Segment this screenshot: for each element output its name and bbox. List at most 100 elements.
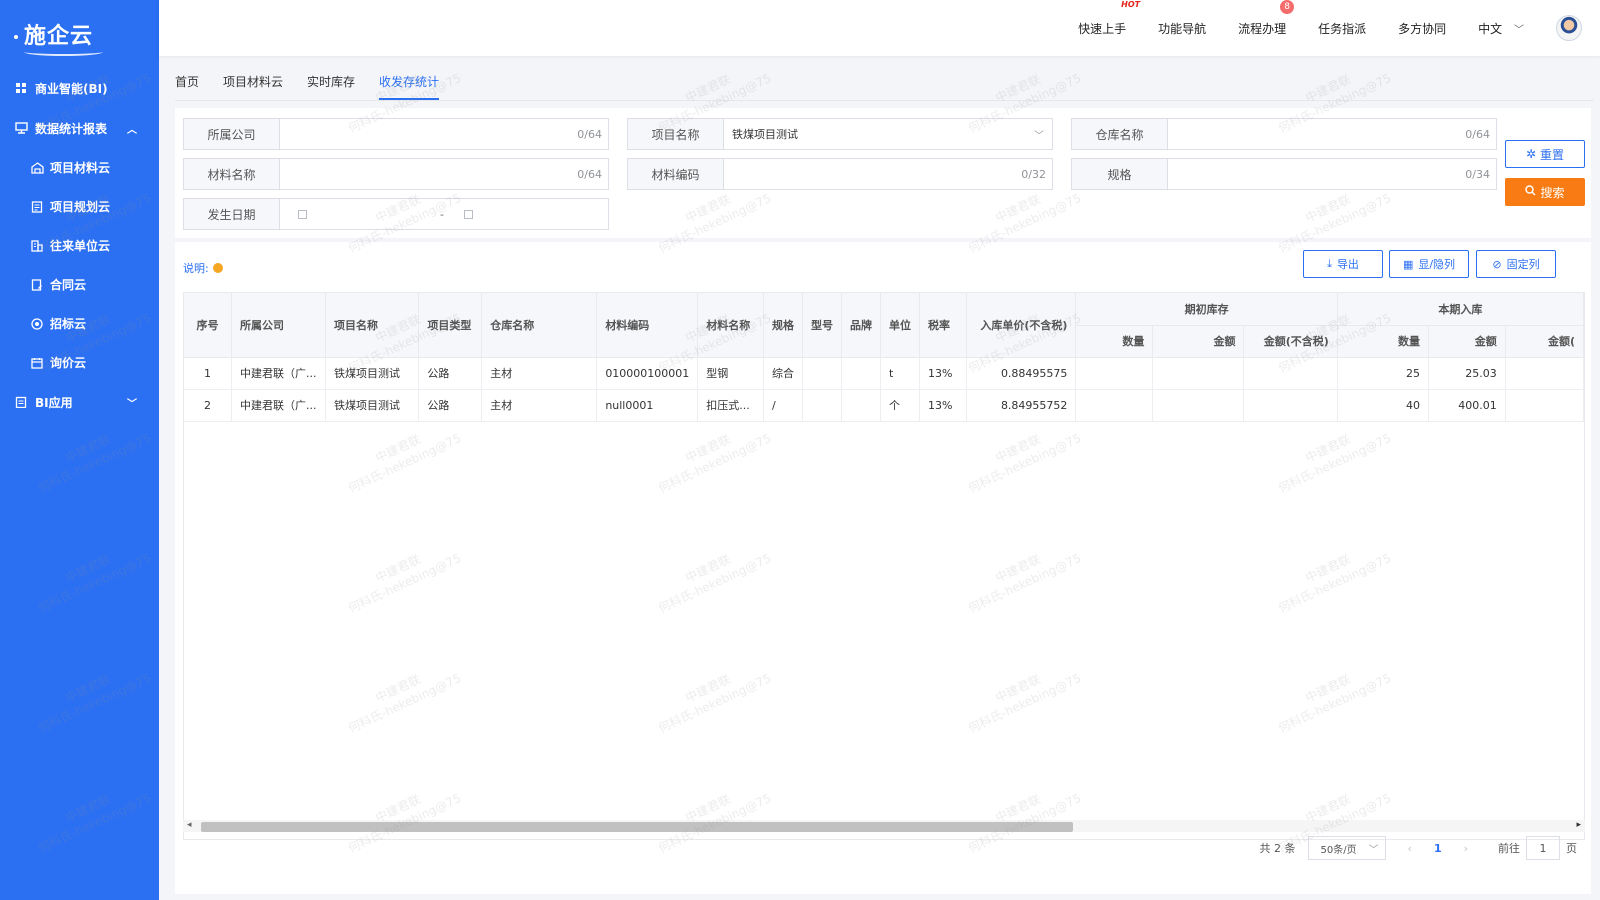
- toggle-columns-button[interactable]: ▦ 显/隐列: [1389, 250, 1469, 278]
- goto-label: 前往: [1498, 842, 1520, 855]
- quick-start-link[interactable]: 快速上手 HOT: [1078, 0, 1140, 37]
- cell-inbound-amount: 400.01: [1428, 389, 1506, 422]
- date-range-input[interactable]: -: [280, 199, 608, 229]
- sidebar-item-bidding[interactable]: 招标云: [0, 304, 159, 343]
- prev-page-button[interactable]: ‹: [1408, 842, 1412, 855]
- col-unit: 单位: [880, 293, 921, 358]
- sidebar-item-inquiry[interactable]: 询价云: [0, 343, 159, 382]
- tab-materials[interactable]: 项目材料云: [223, 68, 283, 100]
- table-row[interactable]: 1 中建君联（广... 铁煤项目测试 公路 主材 010000100001 型钢…: [184, 357, 1584, 390]
- quick-start-label: 快速上手: [1078, 21, 1127, 36]
- page-size-select[interactable]: 50条/页 ﹀: [1307, 836, 1386, 860]
- col-seq: 序号: [184, 293, 232, 358]
- cell-inbound-qty: 25: [1337, 357, 1429, 390]
- sidebar-item-contracts[interactable]: 合同云: [0, 265, 159, 304]
- cell-brand: [841, 357, 882, 390]
- export-button[interactable]: ⤓ 导出: [1303, 250, 1383, 278]
- hot-badge: HOT: [1121, 0, 1141, 9]
- user-avatar[interactable]: [1556, 15, 1582, 41]
- warehouse-field: 仓库名称 0/64: [1071, 118, 1497, 150]
- search-button[interactable]: 搜索: [1505, 178, 1585, 206]
- cell-project-type: 公路: [418, 357, 483, 390]
- horizontal-scrollbar[interactable]: ◂ ▸: [183, 820, 1585, 832]
- grid-icon: [14, 81, 28, 95]
- target-icon: [30, 317, 44, 331]
- note-link[interactable]: 说明:: [183, 260, 223, 276]
- col-warehouse: 仓库名称: [481, 293, 598, 358]
- reset-label: 重置: [1540, 147, 1565, 162]
- sidebar-item-label: 项目材料云: [50, 161, 111, 175]
- material-code-label: 材料编码: [628, 159, 724, 189]
- language-select[interactable]: 中文 ﹀: [1478, 20, 1524, 37]
- col-project-type: 项目类型: [418, 293, 483, 358]
- tab-stock-stats[interactable]: 收发存统计: [379, 68, 440, 100]
- notification-badge: 8: [1280, 0, 1295, 14]
- sidebar-item-partners[interactable]: 往来单位云: [0, 226, 159, 265]
- sidebar-item-planning[interactable]: 项目规划云: [0, 187, 159, 226]
- warehouse-input[interactable]: 0/64: [1168, 119, 1496, 149]
- scroll-left-icon[interactable]: ◂: [187, 820, 192, 830]
- chevron-down-icon: ﹀: [1368, 844, 1379, 856]
- fix-columns-button[interactable]: ⊘ 固定列: [1476, 250, 1556, 278]
- cell-project: 铁煤项目测试: [325, 389, 420, 422]
- goto-page-input[interactable]: 1: [1526, 836, 1560, 860]
- note-label: 说明:: [183, 262, 209, 275]
- tab-inventory[interactable]: 实时库存: [307, 68, 355, 100]
- document-icon: [30, 200, 44, 214]
- char-count: 0/32: [1021, 167, 1046, 181]
- tab-home[interactable]: 首页: [175, 68, 199, 100]
- company-label: 所属公司: [184, 119, 280, 149]
- project-label: 项目名称: [628, 119, 724, 149]
- pagination: 共 2 条 50条/页 ﹀ ‹ 1 › 前往 1 页: [1260, 836, 1577, 860]
- warehouse-label: 仓库名称: [1072, 119, 1168, 149]
- material-name-field: 材料名称 0/64: [183, 158, 609, 190]
- reset-button[interactable]: ✲ 重置: [1505, 140, 1585, 168]
- col-group-opening: 期初库存: [1075, 293, 1338, 326]
- cell-price: 8.84955752: [966, 389, 1077, 422]
- project-select[interactable]: 铁煤项目测试 ﹀: [724, 119, 1052, 149]
- spec-input[interactable]: 0/34: [1168, 159, 1496, 189]
- col-opening-amount: 金额: [1152, 325, 1245, 358]
- table-row[interactable]: 2 中建君联（广... 铁煤项目测试 公路 主材 null0001 扣压式...…: [184, 389, 1584, 422]
- scrollbar-thumb[interactable]: [201, 822, 1073, 832]
- material-name-input[interactable]: 0/64: [280, 159, 608, 189]
- cell-spec: 综合: [763, 357, 804, 390]
- spec-label: 规格: [1072, 159, 1168, 189]
- sidebar-item-reports[interactable]: 数据统计报表 ︿: [0, 108, 159, 148]
- next-page-button[interactable]: ›: [1464, 842, 1468, 855]
- cell-model: [802, 357, 843, 390]
- sidebar-item-materials[interactable]: 项目材料云: [0, 148, 159, 187]
- sidebar-item-label: 招标云: [50, 317, 87, 331]
- workflow-label: 流程办理: [1238, 21, 1287, 36]
- col-inbound-qty: 数量: [1337, 325, 1429, 358]
- cell-inbound-amount-nt: [1505, 357, 1584, 390]
- material-code-input[interactable]: 0/32: [724, 159, 1052, 189]
- scroll-right-icon[interactable]: ▸: [1576, 820, 1581, 830]
- col-inbound-amount-nt: 金额(: [1505, 325, 1584, 358]
- date-separator: -: [440, 207, 444, 221]
- page-number[interactable]: 1: [1434, 842, 1442, 855]
- col-spec: 规格: [763, 293, 804, 358]
- char-count: 0/64: [577, 127, 602, 141]
- function-nav-link[interactable]: 功能导航: [1158, 20, 1206, 37]
- cell-inbound-amount-nt: [1505, 389, 1584, 422]
- app-logo[interactable]: 施企云: [0, 0, 159, 68]
- task-assign-link[interactable]: 任务指派: [1318, 20, 1366, 37]
- company-input[interactable]: 0/64: [280, 119, 608, 149]
- cell-opening-amount-nt: [1243, 357, 1338, 390]
- cell-model: [802, 389, 843, 422]
- sidebar-item-bi-apps[interactable]: BI应用 ﹀: [0, 382, 159, 422]
- sidebar-item-bi[interactable]: 商业智能(BI): [0, 68, 159, 108]
- char-count: 0/64: [577, 167, 602, 181]
- collaboration-link[interactable]: 多方协同: [1398, 20, 1446, 37]
- char-count: 0/34: [1465, 167, 1490, 181]
- warehouse-icon: [30, 161, 44, 175]
- cell-material-name: 扣压式...: [697, 389, 765, 422]
- sidebar-item-label: 项目规划云: [50, 200, 111, 214]
- col-material-name: 材料名称: [697, 293, 765, 358]
- tabs-divider: [175, 100, 1594, 101]
- workflow-link[interactable]: 流程办理 8: [1238, 0, 1295, 37]
- chevron-down-icon: ﹀: [127, 399, 137, 410]
- page-size-value: 50条/页: [1320, 844, 1357, 856]
- cell-project: 铁煤项目测试: [325, 357, 420, 390]
